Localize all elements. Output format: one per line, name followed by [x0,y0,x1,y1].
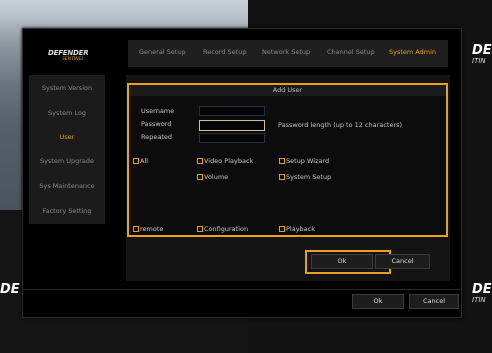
background-sub-right-top: ITIN [472,57,486,65]
permission-system-setup[interactable]: System Setup [279,173,331,181]
tab-network-setup[interactable]: Network Setup [262,48,310,56]
password-hint: Password length (up to 12 characters) [278,121,403,129]
sidebar-item-sys-maintenance[interactable]: Sys Maintenance [29,182,105,190]
checkbox-icon[interactable] [197,174,203,180]
background-brand-right-top: DE [472,43,492,58]
permission-setup-wizard[interactable]: Setup Wizard [279,157,329,165]
permission-remote-label: remote [140,225,164,233]
sidebar-item-system-version[interactable]: System Version [29,84,105,92]
permission-volume[interactable]: Volume [197,173,228,181]
sidebar-item-factory-setting[interactable]: Factory Setting [29,207,105,215]
permission-configuration[interactable]: Configuration [197,225,248,233]
permission-setup-wizard-label: Setup Wizard [286,157,330,165]
sidebar-item-system-upgrade[interactable]: System Upgrade [29,157,105,165]
add-user-title: Add User [129,85,446,96]
checkbox-icon[interactable] [279,226,285,232]
checkbox-icon[interactable] [197,226,203,232]
password-field[interactable] [199,120,265,131]
tab-record-setup[interactable]: Record Setup [203,48,246,56]
permission-video-playback-label: Video Playback [204,157,254,165]
add-user-ok-button[interactable]: Ok [311,254,373,269]
permission-all[interactable]: All [133,157,148,165]
checkbox-icon[interactable] [133,158,139,164]
password-label: Password [141,120,172,128]
repeated-field[interactable] [199,133,265,143]
add-user-cancel-button[interactable]: Cancel [375,254,430,269]
defender-logo: DEFENDER SENTINEL [48,49,98,67]
background-brand-right-bottom: DE [472,282,492,297]
sidebar-item-user[interactable]: User [29,133,105,141]
background-brand-left: DE [0,282,20,297]
footer-ok-button[interactable]: Ok [352,294,404,309]
checkbox-icon[interactable] [279,174,285,180]
permission-configuration-label: Configuration [204,225,249,233]
permission-system-setup-label: System Setup [286,173,332,181]
checkbox-icon[interactable] [279,158,285,164]
tab-channel-setup[interactable]: Channel Setup [327,48,375,56]
checkbox-icon[interactable] [133,226,139,232]
permission-playback-label: Playback [286,225,316,233]
checkbox-icon[interactable] [197,158,203,164]
permission-volume-label: Volume [204,173,229,181]
logo-sub-text: SENTINEL [62,57,84,62]
sidebar-item-system-log[interactable]: System Log [29,109,105,117]
permission-video-playback[interactable]: Video Playback [197,157,253,165]
permission-all-label: All [140,157,149,165]
repeated-label: Repeated [141,133,173,141]
permission-playback[interactable]: Playback [279,225,315,233]
logo-main-text: DEFENDER [48,49,89,57]
tab-system-admin[interactable]: System Admin [389,48,436,56]
permission-remote[interactable]: remote [133,225,163,233]
username-field[interactable] [199,106,265,116]
footer-cancel-button[interactable]: Cancel [409,294,459,309]
sidebar [29,75,105,224]
footer-divider [22,289,460,290]
background-sub-right-bottom: ITIN [472,296,486,304]
tab-general-setup[interactable]: General Setup [139,48,186,56]
username-label: Username [141,107,175,115]
